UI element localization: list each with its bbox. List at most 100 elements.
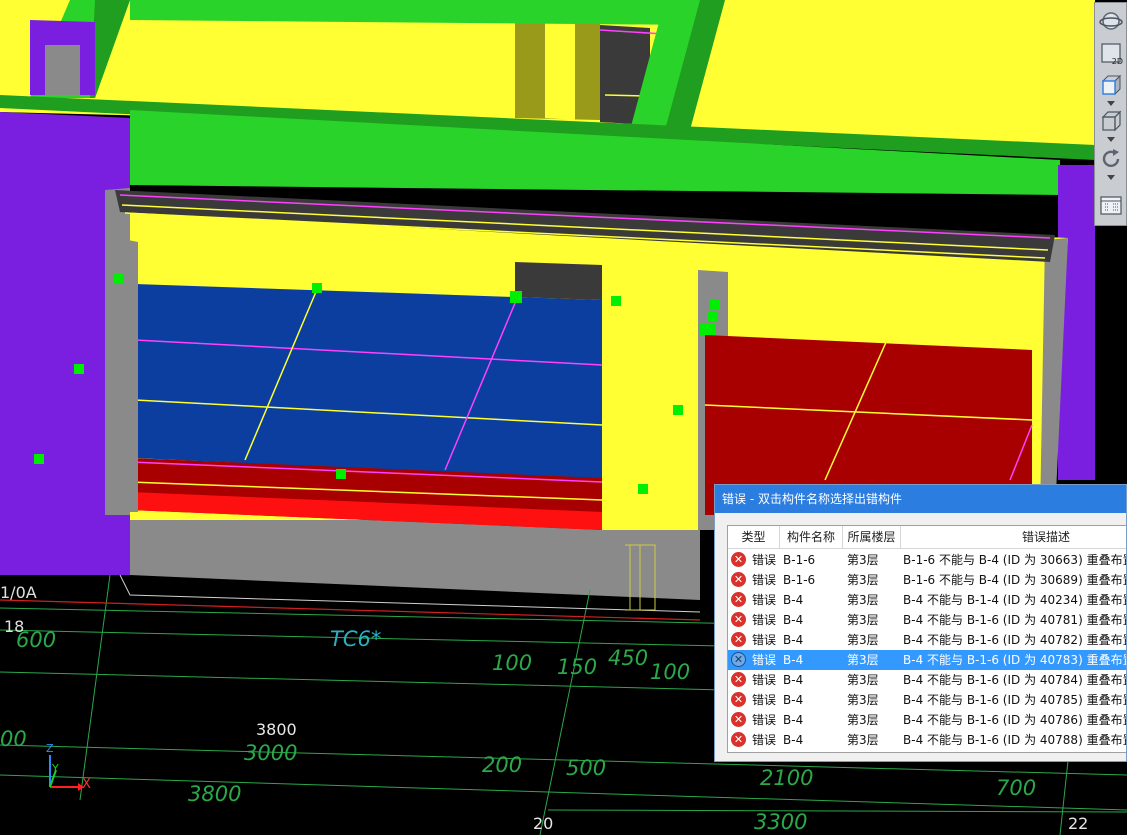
column-header-type[interactable]: 类型 bbox=[728, 526, 780, 548]
row-type: 错误 bbox=[752, 693, 777, 707]
error-icon: ✕ bbox=[731, 672, 746, 687]
row-floor: 第3层 bbox=[847, 693, 879, 707]
error-table-header: 类型 构件名称 所属楼层 错误描述 bbox=[728, 526, 1126, 549]
row-desc: B-4 不能与 B-1-6 (ID 为 40783) 重叠布置 bbox=[903, 653, 1127, 667]
row-type: 错误 bbox=[752, 553, 777, 567]
dim-100-b: 100 bbox=[650, 660, 691, 684]
table-row[interactable]: ✕ 错误 B-4 第3层 B-4 不能与 B-1-4 (ID 为 40234) 重叠布置 bbox=[728, 590, 1127, 610]
row-type: 错误 bbox=[752, 633, 777, 647]
row-floor: 第3层 bbox=[847, 733, 879, 747]
row-name[interactable]: B-4 bbox=[783, 630, 803, 650]
view-2d-label: 2D bbox=[1111, 57, 1123, 66]
view-3d-box-icon bbox=[1101, 74, 1121, 96]
view-3d-button[interactable] bbox=[1097, 71, 1124, 99]
row-floor: 第3层 bbox=[847, 673, 879, 687]
row-floor: 第3层 bbox=[847, 613, 879, 627]
grid-label-1-0a: 1/0A bbox=[0, 583, 37, 602]
label-tc6: TC6* bbox=[330, 627, 382, 651]
grid-label-20: 20 bbox=[533, 814, 554, 833]
chevron-down-icon[interactable] bbox=[1107, 175, 1115, 181]
error-icon: ✕ bbox=[731, 572, 746, 587]
table-row[interactable]: ✕ 错误 B-1-6 第3层 B-1-6 不能与 B-4 (ID 为 30663) 重叠… bbox=[728, 550, 1127, 570]
row-name[interactable]: B-4 bbox=[783, 690, 803, 710]
table-row[interactable]: ✕ 错误 B-4 第3层 B-4 不能与 B-1-6 (ID 为 40784) 重叠布置 bbox=[728, 670, 1127, 690]
error-icon: ✕ bbox=[731, 652, 746, 667]
wireframe-button[interactable] bbox=[1097, 107, 1124, 135]
row-desc: B-4 不能与 B-1-6 (ID 为 40784) 重叠布置 bbox=[903, 673, 1127, 687]
rotate-icon bbox=[1102, 149, 1119, 168]
row-desc: B-1-6 不能与 B-4 (ID 为 30663) 重叠布置 bbox=[903, 553, 1127, 567]
dim-500: 500 bbox=[566, 756, 607, 780]
row-type: 错误 bbox=[752, 673, 777, 687]
row-desc: B-4 不能与 B-1-6 (ID 为 40788) 重叠布置 bbox=[903, 733, 1127, 747]
axis-y-label: Y bbox=[52, 762, 59, 775]
axis-z-label: Z bbox=[46, 742, 54, 755]
row-floor: 第3层 bbox=[847, 573, 879, 587]
error-panel-title[interactable]: 错误 - 双击构件名称选择出错构件 bbox=[715, 485, 1126, 513]
row-type: 错误 bbox=[752, 613, 777, 627]
orbit-icon bbox=[1098, 12, 1123, 30]
row-name[interactable]: B-4 bbox=[783, 610, 803, 630]
chevron-down-icon[interactable] bbox=[1107, 137, 1115, 143]
dim-3800: 3800 bbox=[188, 782, 242, 806]
dim-150: 150 bbox=[557, 655, 598, 679]
error-icon: ✕ bbox=[731, 612, 746, 627]
row-type: 错误 bbox=[752, 573, 777, 587]
dim-700: 700 bbox=[996, 776, 1037, 800]
row-floor: 第3层 bbox=[847, 713, 879, 727]
column-header-desc[interactable]: 错误描述 bbox=[901, 526, 1126, 548]
error-panel: 错误 - 双击构件名称选择出错构件 类型 构件名称 所属楼层 错误描述 ✕ 错误 B… bbox=[714, 484, 1127, 762]
grid-panel-button[interactable] bbox=[1097, 191, 1124, 219]
row-name[interactable]: B-1-6 bbox=[783, 570, 815, 590]
column-header-name[interactable]: 构件名称 bbox=[780, 526, 843, 548]
row-floor: 第3层 bbox=[847, 633, 879, 647]
table-row[interactable]: ✕ 错误 B-4 第3层 B-4 不能与 B-1-6 (ID 为 40783) 重叠布置 bbox=[728, 650, 1127, 670]
orbit-button[interactable] bbox=[1097, 7, 1124, 35]
error-icon: ✕ bbox=[731, 552, 746, 567]
row-type: 错误 bbox=[752, 713, 777, 727]
row-desc: B-4 不能与 B-1-4 (ID 为 40234) 重叠布置 bbox=[903, 593, 1127, 607]
dim-200: 200 bbox=[482, 753, 523, 777]
error-table[interactable]: 类型 构件名称 所属楼层 错误描述 ✕ 错误 B-1-6 第3层 B-1-6 不能与 B… bbox=[727, 525, 1127, 753]
error-icon: ✕ bbox=[731, 732, 746, 747]
grid-panel-icon bbox=[1099, 196, 1122, 215]
row-type: 错误 bbox=[752, 653, 777, 667]
table-row[interactable]: ✕ 错误 B-4 第3层 B-4 不能与 B-1-6 (ID 为 40786) 重叠布置 bbox=[728, 710, 1127, 730]
axis-x-label: X bbox=[82, 777, 91, 792]
dim-3300: 3300 bbox=[754, 810, 808, 834]
dim-3800-white: 3800 bbox=[256, 720, 297, 739]
view-toolbar: 2D bbox=[1094, 2, 1127, 226]
dim-2100: 2100 bbox=[760, 766, 814, 790]
dim-450: 450 bbox=[608, 646, 649, 670]
dim-3000: 3000 bbox=[244, 741, 298, 765]
row-name[interactable]: B-4 bbox=[783, 670, 803, 690]
row-name[interactable]: B-4 bbox=[783, 710, 803, 730]
dim-100-a: 100 bbox=[492, 651, 533, 675]
dim-00: 00 bbox=[0, 727, 27, 751]
row-type: 错误 bbox=[752, 593, 777, 607]
table-row[interactable]: ✕ 错误 B-1-6 第3层 B-1-6 不能与 B-4 (ID 为 30689) 重叠… bbox=[728, 570, 1127, 590]
dim-600: 600 bbox=[16, 628, 57, 652]
table-row[interactable]: ✕ 错误 B-4 第3层 B-4 不能与 B-1-6 (ID 为 40788) 重叠布置 bbox=[728, 730, 1127, 750]
row-desc: B-4 不能与 B-1-6 (ID 为 40786) 重叠布置 bbox=[903, 713, 1127, 727]
row-floor: 第3层 bbox=[847, 653, 879, 667]
error-icon: ✕ bbox=[731, 592, 746, 607]
error-icon: ✕ bbox=[731, 692, 746, 707]
row-name[interactable]: B-4 bbox=[783, 730, 803, 750]
row-name[interactable]: B-4 bbox=[783, 650, 803, 670]
rotate-button[interactable] bbox=[1097, 145, 1124, 173]
row-desc: B-4 不能与 B-1-6 (ID 为 40781) 重叠布置 bbox=[903, 613, 1127, 627]
row-type: 错误 bbox=[752, 733, 777, 747]
table-row[interactable]: ✕ 错误 B-4 第3层 B-4 不能与 B-1-6 (ID 为 40782) 重叠布置 bbox=[728, 630, 1126, 650]
table-row[interactable]: ✕ 错误 B-4 第3层 B-4 不能与 B-1-6 (ID 为 40781) 重叠布置 bbox=[728, 610, 1127, 630]
wireframe-box-icon bbox=[1101, 110, 1121, 132]
table-row[interactable]: ✕ 错误 B-4 第3层 B-4 不能与 B-1-6 (ID 为 40785) 重叠布置 bbox=[728, 690, 1127, 710]
row-floor: 第3层 bbox=[847, 553, 879, 567]
column-header-floor[interactable]: 所属楼层 bbox=[843, 526, 901, 548]
row-desc: B-1-6 不能与 B-4 (ID 为 30689) 重叠布置 bbox=[903, 573, 1127, 587]
row-name[interactable]: B-1-6 bbox=[783, 550, 815, 570]
view-2d-button[interactable]: 2D bbox=[1097, 39, 1124, 67]
grid-label-22: 22 bbox=[1068, 814, 1089, 833]
row-desc: B-4 不能与 B-1-6 (ID 为 40785) 重叠布置 bbox=[903, 693, 1127, 707]
row-name[interactable]: B-4 bbox=[783, 590, 803, 610]
